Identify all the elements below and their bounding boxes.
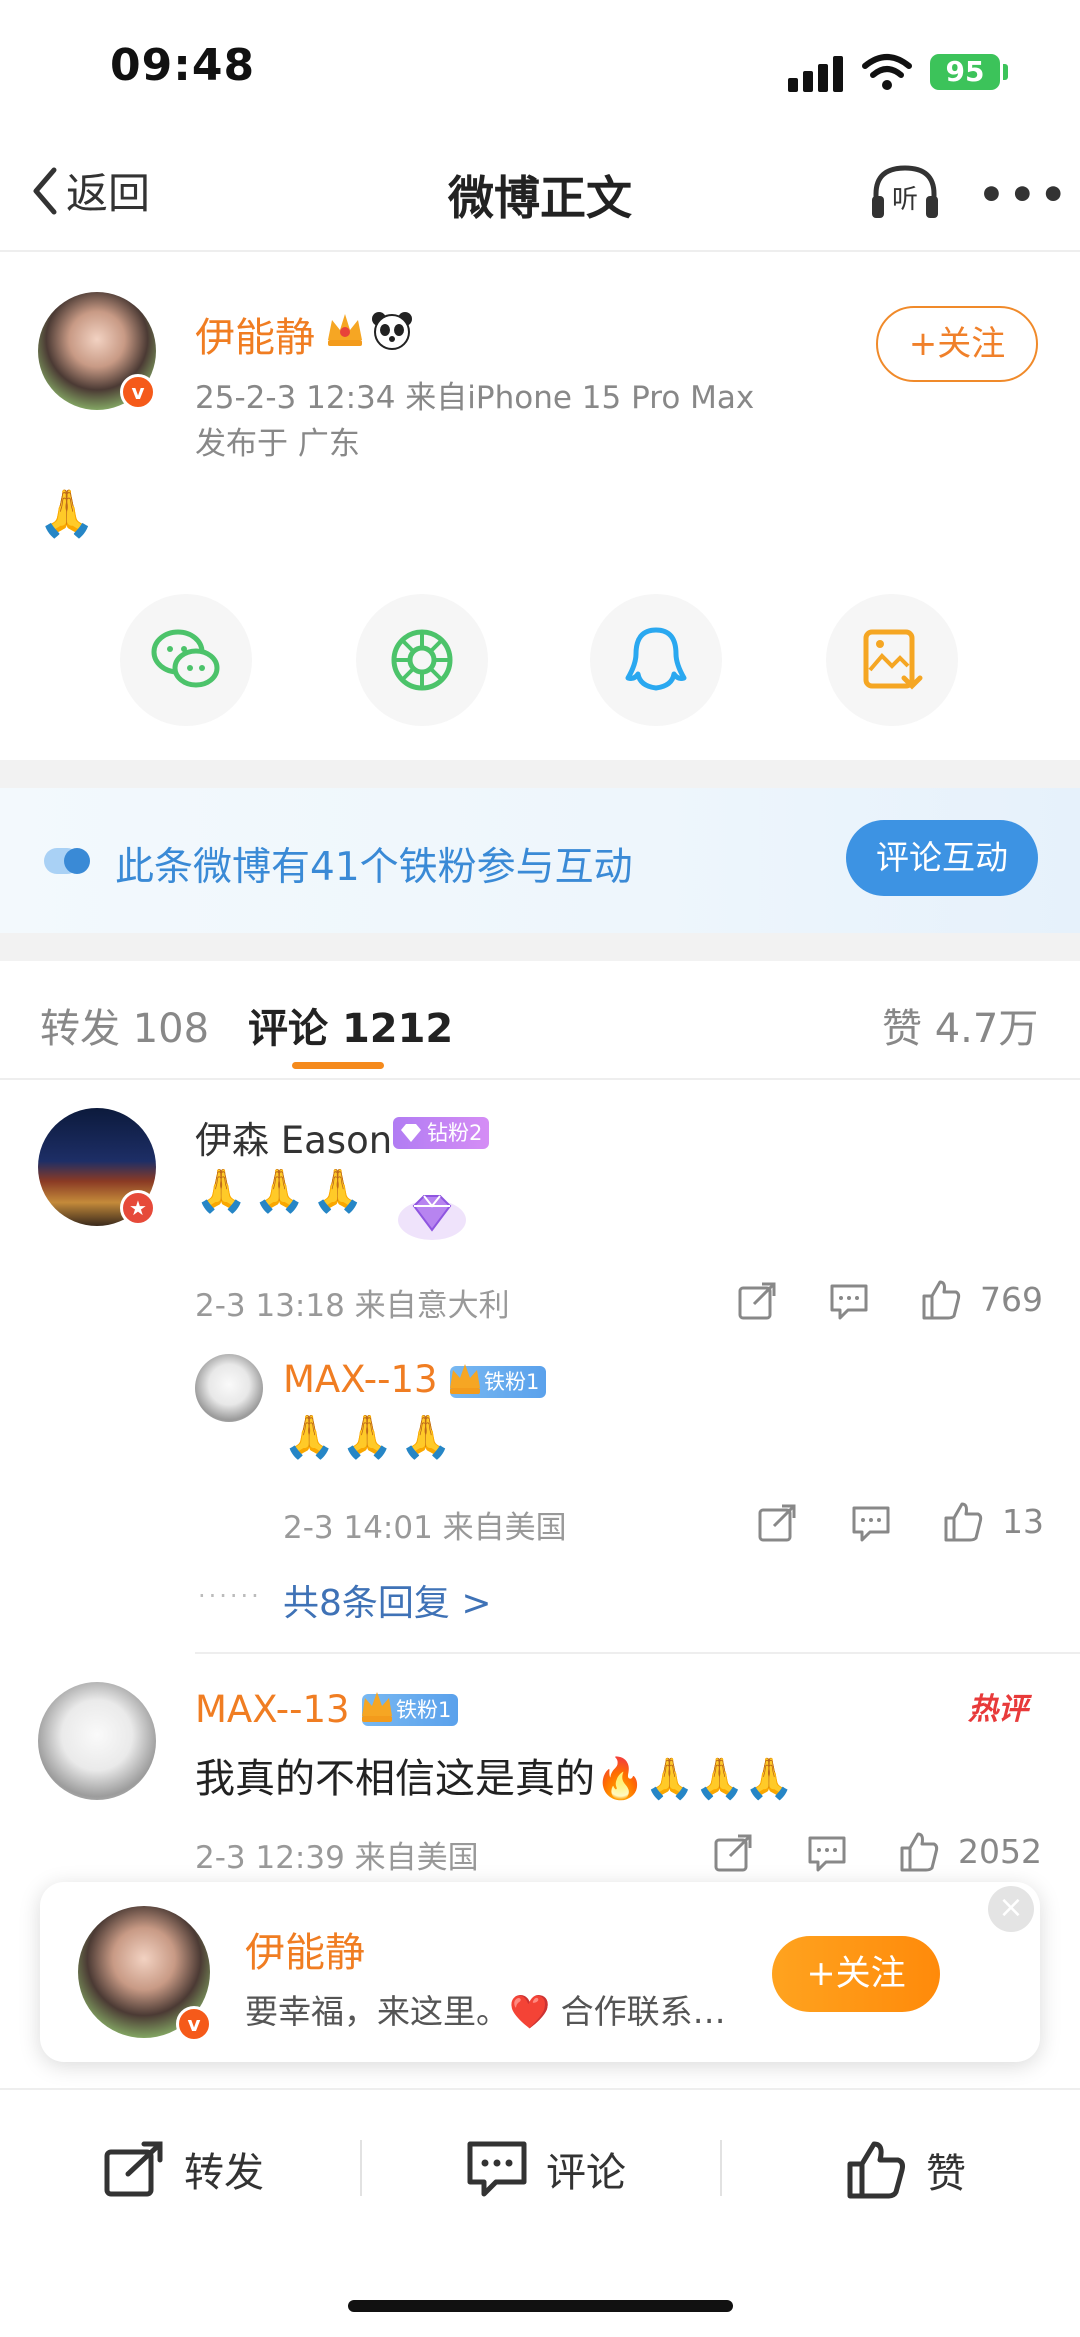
comment-time: 2-3 12:39 来自美国 <box>195 1840 479 1876</box>
tab-comment-count: 1212 <box>341 1006 454 1052</box>
comment-interact-button[interactable]: 评论互动 <box>846 820 1038 896</box>
battery-indicator: 95 <box>930 54 1000 90</box>
hot-comment-tag: 热评 <box>968 1692 1028 1727</box>
like-icon[interactable] <box>942 1500 984 1542</box>
battery-tip <box>1003 64 1008 80</box>
close-icon[interactable]: × <box>988 1886 1034 1932</box>
like-label: 赞 <box>926 2151 966 2197</box>
comment-icon <box>467 2141 527 2197</box>
commenter-name[interactable]: MAX--13 <box>195 1688 350 1731</box>
tab-repost-count: 108 <box>132 1006 210 1052</box>
comment-button[interactable]: 评论 <box>466 2140 626 2198</box>
moments-icon <box>391 629 453 691</box>
like-icon <box>847 2141 905 2199</box>
fan-level-label: 铁粉1 <box>396 1698 452 1722</box>
comment-divider <box>195 1652 1080 1654</box>
tab-like-count: 4.7万 <box>934 1006 1039 1052</box>
follow-button[interactable]: +关注 <box>876 306 1038 382</box>
more-replies-link[interactable]: 共8条回复 > <box>283 1574 492 1626</box>
share-icon[interactable] <box>712 1832 754 1874</box>
comment-time: 2-3 13:18 来自意大利 <box>195 1288 510 1324</box>
diamond-icon <box>401 1124 421 1142</box>
dots-decoration: ······ <box>198 1582 262 1610</box>
comment-icon[interactable] <box>828 1280 870 1322</box>
verified-badge: v <box>176 2006 212 2042</box>
more-options-button[interactable]: ••• <box>978 170 1071 219</box>
repost-label: 转发 <box>184 2150 264 2196</box>
popup-description: 要幸福，来这里。❤️ 合作联系… <box>245 1992 726 2031</box>
listen-label: 听 <box>892 185 918 215</box>
tab-like[interactable]: 赞 4.7万 <box>882 996 1038 1054</box>
share-wechat-button[interactable] <box>120 594 252 726</box>
fan-banner-text: 此条微博有41个铁粉参与互动 <box>115 845 633 890</box>
section-divider <box>0 933 1080 961</box>
share-icon[interactable] <box>756 1502 798 1544</box>
separator <box>360 2140 362 2196</box>
tab-comment[interactable]: 评论 1212 <box>248 996 453 1054</box>
comment-icon[interactable] <box>850 1502 892 1544</box>
toggle-icon <box>44 848 90 874</box>
popup-follow-button[interactable]: +关注 <box>772 1936 940 2012</box>
signal-icon <box>788 56 843 92</box>
headphones-icon: 听 <box>872 165 938 218</box>
author-name[interactable]: 伊能静 <box>195 305 315 363</box>
like-count: 769 <box>980 1280 1043 1319</box>
like-icon[interactable] <box>920 1278 962 1320</box>
save-image-icon <box>863 629 923 690</box>
comment-icon[interactable] <box>806 1832 848 1874</box>
commenter-avatar[interactable] <box>38 1682 156 1800</box>
like-count: 2052 <box>958 1832 1042 1871</box>
wechat-icon <box>151 629 220 688</box>
panda-icon <box>372 312 412 350</box>
repost-button[interactable]: 转发 <box>104 2140 264 2198</box>
nav-divider <box>0 250 1080 252</box>
crown-badge-icon <box>328 314 362 346</box>
share-moments-button[interactable] <box>356 594 488 726</box>
tab-repost-label: 转发 <box>40 1006 120 1052</box>
like-count: 13 <box>1002 1502 1044 1541</box>
share-icon[interactable] <box>736 1280 778 1322</box>
commenter-name[interactable]: 伊森 Eason <box>195 1110 392 1164</box>
fan-level-label: 铁粉1 <box>484 1370 540 1394</box>
save-image-button[interactable] <box>826 594 958 726</box>
popup-name[interactable]: 伊能静 <box>245 1920 365 1978</box>
comment-text: 🙏🙏🙏 <box>195 1166 370 1215</box>
listen-button[interactable]: 听 <box>870 164 940 220</box>
reply-avatar[interactable] <box>195 1354 263 1422</box>
diamond-sticker-icon <box>398 1195 466 1240</box>
status-time: 09:48 <box>110 40 256 91</box>
comment-label: 评论 <box>546 2150 626 2196</box>
tabs-divider <box>0 1078 1080 1080</box>
crown-badge-icon <box>362 1692 392 1722</box>
tab-repost[interactable]: 转发 108 <box>40 996 209 1054</box>
tab-comment-label: 评论 <box>248 1006 328 1052</box>
fan-level-badge: 铁粉1 <box>450 1364 547 1398</box>
comment-text: 我真的不相信这是真的🔥🙏🙏🙏 <box>195 1756 795 1802</box>
like-icon[interactable] <box>898 1830 940 1872</box>
section-divider <box>0 760 1080 788</box>
verified-badge: v <box>120 374 156 410</box>
like-button[interactable]: 赞 <box>846 2140 966 2200</box>
wifi-icon <box>862 54 912 90</box>
qq-icon <box>625 627 687 691</box>
separator <box>720 2140 722 2196</box>
post-meta: 25-2-3 12:34 来自iPhone 15 Pro Max <box>195 380 755 416</box>
tab-like-label: 赞 <box>882 1006 922 1052</box>
tab-underline <box>292 1062 384 1069</box>
post-location: 发布于 广东 <box>195 426 360 462</box>
fan-level-badge: 铁粉1 <box>362 1692 459 1726</box>
reply-text: 🙏🙏🙏 <box>283 1412 458 1461</box>
post-content: 🙏 <box>38 486 96 540</box>
reply-time: 2-3 14:01 来自美国 <box>283 1510 567 1546</box>
crown-badge-icon <box>450 1364 480 1394</box>
fan-level-label: 钻粉2 <box>427 1121 483 1145</box>
fan-level-badge: 钻粉2 <box>393 1117 490 1149</box>
home-indicator <box>348 2300 733 2312</box>
repost-icon <box>104 2141 163 2197</box>
star-badge-icon: ★ <box>120 1190 156 1226</box>
share-qq-button[interactable] <box>590 594 722 726</box>
reply-user-name[interactable]: MAX--13 <box>283 1358 438 1401</box>
